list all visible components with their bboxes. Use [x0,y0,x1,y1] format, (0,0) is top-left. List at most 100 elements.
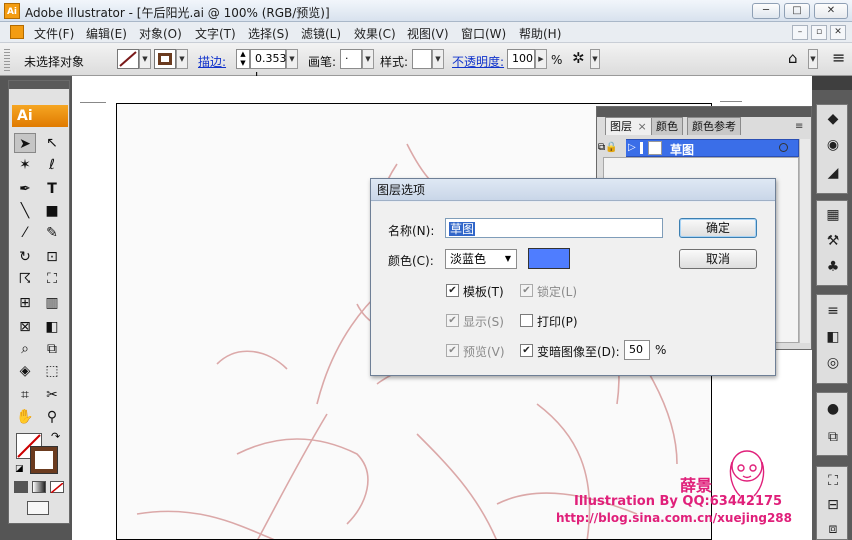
maximize-button[interactable]: □ [784,3,810,19]
close-window-button[interactable]: ✕ [814,3,848,19]
lock-checkbox[interactable]: ✔ [520,284,533,297]
lasso-tool-icon[interactable]: ℓ [41,155,63,175]
stroke-icon[interactable]: ≡ [823,301,843,321]
show-checkbox[interactable]: ✔ [446,314,459,327]
opacity-link[interactable]: 不透明度: [452,53,504,70]
gradient-icon[interactable]: ◧ [823,327,843,347]
scissors-tool-icon[interactable]: ✂ [41,385,63,405]
doc-restore-button[interactable]: ▫ [811,25,827,40]
dialog-title[interactable]: 图层选项 [371,179,775,201]
mesh-tool-icon[interactable]: ⊠ [14,317,36,337]
crop-area-tool-icon[interactable]: ⌗ [14,385,36,405]
layer-name-input[interactable]: 草图 [445,218,663,238]
brush-dropdown[interactable]: ▼ [362,49,374,69]
scale-tool-icon[interactable]: ⊡ [41,247,63,267]
template-lock-icons[interactable]: ⧉🔒 [598,139,626,157]
gradient-tool-icon[interactable]: ◧ [41,317,63,337]
zoom-tool-icon[interactable]: ⚲ [41,407,63,427]
control-bar-grip[interactable] [4,49,10,71]
swatches-icon[interactable]: ▦ [823,205,843,225]
minimize-button[interactable]: ─ [752,3,780,19]
preview-checkbox[interactable]: ✔ [446,344,459,357]
stroke-weight-dropdown[interactable]: ▼ [286,49,298,69]
symbol-sprayer-tool-icon[interactable]: ⊞ [14,293,36,313]
doc-close-button[interactable]: ✕ [830,25,846,40]
line-tool-icon[interactable]: ╲ [14,201,36,221]
type-tool-icon[interactable]: T [41,179,63,199]
gradient-mode-icon[interactable] [32,481,46,493]
appearance-icon[interactable]: ● [823,399,843,419]
live-paint-bucket-icon[interactable]: ◈ [14,361,36,381]
fill-swatch[interactable] [154,49,176,69]
menu-effect[interactable]: 效果(C) [354,25,396,42]
target-circle-icon[interactable] [779,143,788,152]
fill-dropdown[interactable]: ▼ [176,49,188,69]
eyedropper-tool-icon[interactable]: ⌕ [14,339,36,359]
none-mode-icon[interactable] [50,481,64,494]
control-menu-icon[interactable]: ≡ [832,48,845,67]
dim-percent-input[interactable]: 50 [624,340,650,360]
doc-minimize-button[interactable]: – [792,25,808,40]
hand-tool-icon[interactable]: ✋ [14,407,36,427]
magic-wand-tool-icon[interactable]: ✶ [14,155,36,175]
recolor-icon[interactable]: ✲ [572,49,585,67]
menu-filter[interactable]: 滤镜(L) [301,25,341,42]
pen-tool-icon[interactable]: ✒ [14,179,36,199]
cancel-button[interactable]: 取消 [679,249,757,269]
warp-tool-icon[interactable]: ☈ [14,269,36,289]
paintbrush-tool-icon[interactable]: ⁄ [14,223,36,243]
color-guide-icon[interactable]: ◢ [823,163,843,183]
layer-row[interactable]: ⧉🔒 ▷ 草图 [598,139,799,157]
template-checkbox[interactable]: ✔ [446,284,459,297]
layers-panel-header[interactable] [597,107,811,117]
panel-menu-icon[interactable]: ≡ [795,121,803,132]
blend-tool-icon[interactable]: ⧉ [41,339,63,359]
menu-file[interactable]: 文件(F) [34,25,74,42]
live-paint-selection-icon[interactable]: ⬚ [41,361,63,381]
transform-icon[interactable]: ⛶ [823,471,843,491]
menu-view[interactable]: 视图(V) [407,25,449,42]
direct-selection-tool-icon[interactable]: ↖ [41,133,63,153]
free-transform-tool-icon[interactable]: ⛶ [41,269,63,289]
layers-icon[interactable]: ◆ [823,109,843,129]
rotate-tool-icon[interactable]: ↻ [14,247,36,267]
transparency-icon[interactable]: ◎ [823,353,843,373]
menu-type[interactable]: 文字(T) [195,25,236,42]
layers-scrollbar[interactable] [799,139,810,343]
menu-edit[interactable]: 编辑(E) [86,25,127,42]
print-checkbox[interactable] [520,314,533,327]
pencil-tool-icon[interactable]: ✎ [41,223,63,243]
opacity-dropdown[interactable]: ▶ [535,49,547,69]
symbols-icon[interactable]: ♣ [823,257,843,277]
color-icon[interactable]: ◉ [823,135,843,155]
graph-tool-icon[interactable]: ▥ [41,293,63,313]
stroke-color-box[interactable] [30,446,58,474]
graphic-styles-icon[interactable]: ⧉ [823,427,843,447]
bridge-dropdown[interactable]: ▼ [808,49,818,69]
panel-dock-header[interactable] [812,76,852,90]
style-swatch[interactable] [412,49,432,69]
opacity-field[interactable]: 100 [507,49,535,69]
stroke-weight-field[interactable]: 0.353 I [250,49,287,83]
menu-object[interactable]: 对象(O) [139,25,182,42]
document-icon[interactable] [10,25,24,39]
stroke-swatch[interactable] [117,49,139,69]
tab-color[interactable]: 颜色 [651,117,683,135]
menu-window[interactable]: 窗口(W) [461,25,506,42]
bridge-icon[interactable]: ⌂ [788,49,798,67]
default-colors-icon[interactable]: ◪ [15,464,24,474]
selection-tool-icon[interactable]: ➤ [14,133,36,153]
tab-color-guide[interactable]: 颜色参考 [687,117,741,135]
expand-triangle-icon[interactable]: ▷ [628,140,636,156]
recolor-dropdown[interactable]: ▼ [590,49,600,69]
style-dropdown[interactable]: ▼ [432,49,444,69]
dim-checkbox[interactable]: ✔ [520,344,533,357]
layer-color-select[interactable]: 淡蓝色 ▼ [445,249,517,269]
stroke-stepper[interactable]: ▲ ▼ [236,49,250,69]
pathfinder-icon[interactable]: ⧈ [823,519,843,539]
menu-help[interactable]: 帮助(H) [519,25,561,42]
tab-close-icon[interactable]: × [638,120,647,133]
align-icon[interactable]: ⊟ [823,495,843,515]
stroke-weight-link[interactable]: 描边: [198,53,226,70]
rectangle-tool-icon[interactable]: ■ [41,201,63,221]
